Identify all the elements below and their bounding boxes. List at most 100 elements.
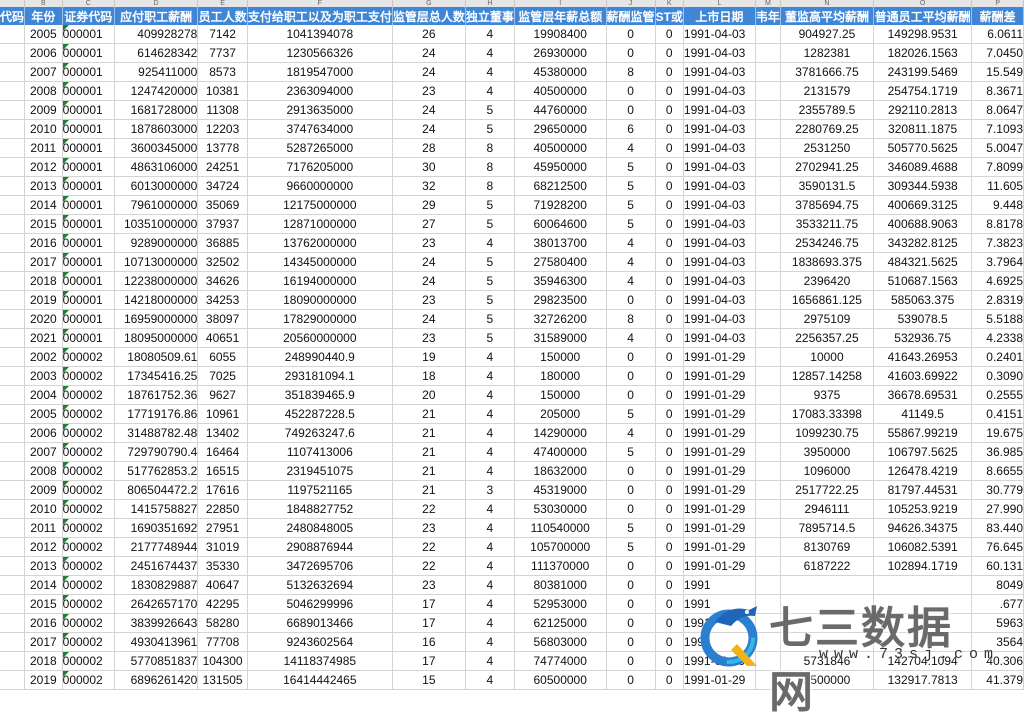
table-cell[interactable]: 2006 bbox=[24, 43, 63, 63]
table-cell[interactable]: 14345000000 bbox=[247, 252, 393, 272]
table-cell[interactable]: 23 bbox=[392, 290, 466, 310]
table-cell[interactable]: 2014 bbox=[24, 195, 63, 215]
table-cell[interactable] bbox=[755, 537, 781, 557]
table-cell[interactable] bbox=[755, 176, 781, 196]
table-cell[interactable]: 68212500 bbox=[514, 176, 607, 196]
table-cell[interactable]: 0.3090 bbox=[971, 366, 1024, 386]
table-cell[interactable]: 4.2338 bbox=[971, 328, 1024, 348]
table-cell[interactable]: 40651 bbox=[197, 328, 248, 348]
table-cell[interactable]: 8 bbox=[465, 157, 515, 177]
table-cell[interactable]: 3950000 bbox=[780, 442, 874, 462]
table-cell[interactable]: 12238000000 bbox=[114, 271, 199, 291]
table-cell[interactable]: 5 bbox=[465, 195, 515, 215]
table-cell[interactable]: 0 bbox=[606, 632, 656, 652]
table-cell[interactable]: 000001 bbox=[62, 214, 115, 234]
table-cell[interactable] bbox=[0, 670, 26, 690]
table-cell[interactable]: 24 bbox=[392, 62, 466, 82]
table-cell[interactable]: 5 bbox=[606, 214, 656, 234]
table-cell[interactable]: 000001 bbox=[62, 328, 115, 348]
table-cell[interactable]: 7961000000 bbox=[114, 195, 199, 215]
table-cell[interactable]: 8.3671 bbox=[971, 81, 1024, 101]
table-cell[interactable]: 29650000 bbox=[514, 119, 607, 139]
table-cell[interactable]: 4 bbox=[606, 252, 656, 272]
table-cell[interactable]: 9375 bbox=[780, 385, 874, 405]
table-cell[interactable] bbox=[755, 138, 781, 158]
table-cell[interactable]: 2007 bbox=[24, 62, 63, 82]
table-cell[interactable]: 31589000 bbox=[514, 328, 607, 348]
table-cell[interactable]: 16414442465 bbox=[247, 670, 393, 690]
table-cell[interactable]: 9289000000 bbox=[114, 233, 199, 253]
table-cell[interactable]: 12175000000 bbox=[247, 195, 393, 215]
table-cell[interactable] bbox=[0, 119, 26, 139]
table-cell[interactable]: 2131579 bbox=[780, 81, 874, 101]
table-cell[interactable]: 8 bbox=[465, 138, 515, 158]
table-cell[interactable]: 74774000 bbox=[514, 651, 607, 671]
table-cell[interactable]: 2534246.75 bbox=[780, 233, 874, 253]
table-cell[interactable]: 248990440.9 bbox=[247, 347, 393, 367]
table-cell[interactable]: 0 bbox=[606, 556, 656, 576]
table-cell[interactable]: 5 bbox=[606, 537, 656, 557]
table-cell[interactable]: 000002 bbox=[62, 499, 115, 519]
table-cell[interactable]: 4 bbox=[465, 423, 515, 443]
table-cell[interactable]: 13402 bbox=[197, 423, 248, 443]
table-cell[interactable]: 4863106000 bbox=[114, 157, 199, 177]
table-cell[interactable] bbox=[780, 575, 874, 595]
table-cell[interactable]: 9.448 bbox=[971, 195, 1024, 215]
table-cell[interactable]: 1991-04-03 bbox=[683, 271, 756, 291]
table-cell[interactable]: 000002 bbox=[62, 480, 115, 500]
table-cell[interactable] bbox=[873, 613, 973, 633]
table-cell[interactable]: 45380000 bbox=[514, 62, 607, 82]
table-cell[interactable]: 2020 bbox=[24, 309, 63, 329]
table-cell[interactable]: 17345416.25 bbox=[114, 366, 199, 386]
table-cell[interactable]: 0 bbox=[655, 138, 684, 158]
table-cell[interactable]: 13778 bbox=[197, 138, 248, 158]
table-cell[interactable]: 32 bbox=[392, 176, 466, 196]
table-cell[interactable]: 21 bbox=[392, 442, 466, 462]
column-header[interactable]: 员工人数 bbox=[197, 7, 248, 25]
table-cell[interactable] bbox=[755, 157, 781, 177]
table-cell[interactable]: 19 bbox=[392, 347, 466, 367]
table-cell[interactable]: 23 bbox=[392, 328, 466, 348]
table-cell[interactable]: 5770851837 bbox=[114, 651, 199, 671]
table-cell[interactable]: 6896261420 bbox=[114, 670, 199, 690]
table-cell[interactable]: 2.8319 bbox=[971, 290, 1024, 310]
table-cell[interactable]: 18080509.61 bbox=[114, 347, 199, 367]
table-cell[interactable]: 18 bbox=[392, 366, 466, 386]
table-cell[interactable]: 0 bbox=[606, 594, 656, 614]
table-cell[interactable]: 105253.9219 bbox=[873, 499, 973, 519]
table-cell[interactable]: 23 bbox=[392, 518, 466, 538]
table-cell[interactable] bbox=[0, 252, 26, 272]
table-cell[interactable]: 0 bbox=[655, 518, 684, 538]
table-cell[interactable]: 1991-01-29 bbox=[683, 385, 756, 405]
table-cell[interactable]: 254754.1719 bbox=[873, 81, 973, 101]
table-cell[interactable]: 1991-04-03 bbox=[683, 138, 756, 158]
table-cell[interactable]: 3839926643 bbox=[114, 613, 199, 633]
table-cell[interactable]: 5 bbox=[465, 100, 515, 120]
table-cell[interactable] bbox=[755, 309, 781, 329]
table-cell[interactable] bbox=[0, 81, 26, 101]
table-cell[interactable]: 7176205000 bbox=[247, 157, 393, 177]
table-cell[interactable]: 0 bbox=[655, 119, 684, 139]
table-cell[interactable] bbox=[755, 632, 781, 652]
table-cell[interactable]: 1991 bbox=[683, 575, 756, 595]
table-cell[interactable] bbox=[755, 347, 781, 367]
table-cell[interactable] bbox=[0, 195, 26, 215]
table-cell[interactable]: 000002 bbox=[62, 670, 115, 690]
table-cell[interactable]: 1656861.125 bbox=[780, 290, 874, 310]
table-cell[interactable]: 1991-04-03 bbox=[683, 252, 756, 272]
table-cell[interactable]: 34253 bbox=[197, 290, 248, 310]
table-cell[interactable]: 16515 bbox=[197, 461, 248, 481]
table-cell[interactable]: 5132632694 bbox=[247, 575, 393, 595]
table-cell[interactable]: 4 bbox=[465, 556, 515, 576]
table-cell[interactable] bbox=[755, 404, 781, 424]
table-cell[interactable]: 8573 bbox=[197, 62, 248, 82]
table-cell[interactable]: 76.645 bbox=[971, 537, 1024, 557]
table-cell[interactable]: 1282381 bbox=[780, 43, 874, 63]
table-cell[interactable]: 94626.34375 bbox=[873, 518, 973, 538]
table-cell[interactable]: 1096000 bbox=[780, 461, 874, 481]
table-cell[interactable] bbox=[755, 81, 781, 101]
table-cell[interactable]: 36.985 bbox=[971, 442, 1024, 462]
table-cell[interactable] bbox=[755, 423, 781, 443]
table-cell[interactable]: 1681728000 bbox=[114, 100, 199, 120]
table-cell[interactable]: 1247420000 bbox=[114, 81, 199, 101]
